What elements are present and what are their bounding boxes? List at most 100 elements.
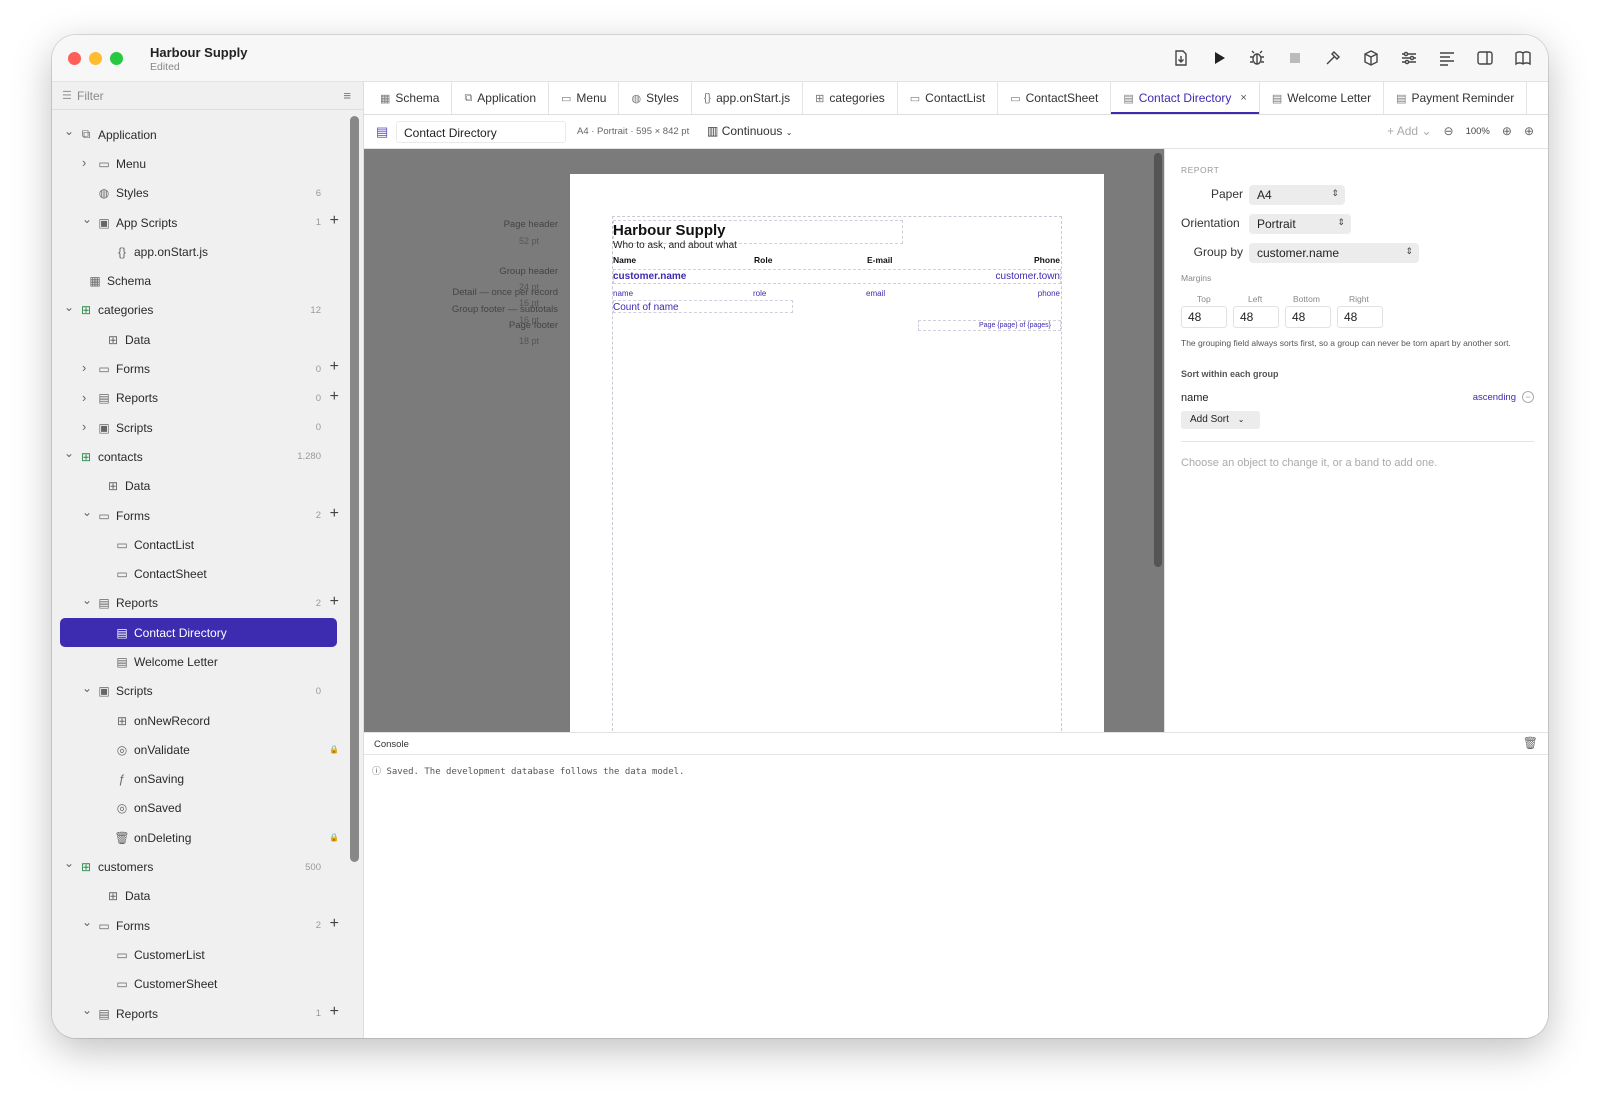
sidebar-item-contactlist[interactable]: ▭ ContactList — [52, 530, 345, 559]
canvas-scrollbar[interactable] — [1154, 153, 1162, 567]
sidebar-item-forms[interactable]: ⌄ ▭ Forms 2 + — [52, 911, 345, 940]
report-canvas[interactable]: Page header 52 pt Group header 24 pt Det… — [364, 149, 1164, 732]
tab-categories[interactable]: ⊞ categories — [803, 82, 898, 114]
close-window-button[interactable] — [68, 52, 81, 65]
view-mode-select[interactable]: ▥ Continuous ⌄ — [707, 124, 792, 138]
sidebar-item-data[interactable]: ⊞ Data — [52, 882, 345, 911]
settings-sliders-icon[interactable] — [1396, 45, 1422, 71]
sidebar-item-categories[interactable]: ⌄ ⊞ categories 12 — [52, 296, 345, 325]
sidebar-item-customers[interactable]: ⌄ ⊞ customers 500 — [52, 852, 345, 881]
document-name-field[interactable]: Contact Directory — [396, 121, 566, 143]
close-tab-icon[interactable]: × — [1240, 92, 1246, 104]
band-label-detail[interactable]: Detail — once per record — [452, 287, 558, 298]
package-icon[interactable] — [1358, 45, 1384, 71]
chevron-right-icon[interactable]: › — [82, 419, 92, 434]
chevron-down-icon[interactable]: ⌄ — [82, 1003, 92, 1017]
chevron-down-icon[interactable]: ⌄ — [82, 681, 92, 695]
group-field-customer-name[interactable]: customer.name — [613, 271, 686, 282]
sidebar-item-data[interactable]: ⊞ Data — [52, 472, 345, 501]
tab-menu[interactable]: ▭ Menu — [549, 82, 620, 114]
add-button[interactable]: + Add ⌄ — [1387, 124, 1431, 138]
sidebar-item-reports[interactable]: ⌄ ▤ Reports 1 + — [52, 999, 345, 1028]
sidebar-item-reports[interactable]: › ▤ Reports 0 + — [52, 384, 345, 413]
chevron-down-icon[interactable]: ⌄ — [82, 505, 92, 519]
tab-application[interactable]: ⧉ Application — [452, 82, 550, 114]
band-label-page-header[interactable]: Page header — [504, 219, 558, 230]
margin-top-input[interactable]: 48 — [1181, 306, 1227, 328]
sidebar-item-scripts[interactable]: ⌄ ▣ Scripts 0 — [52, 677, 345, 706]
column-header-name[interactable]: Name — [613, 255, 636, 265]
sidebar-item-ondeleting[interactable]: 🗑 onDeleting 🔒 — [52, 823, 345, 852]
build-icon[interactable] — [1320, 45, 1346, 71]
sidebar-item-onsaving[interactable]: ƒ onSaving — [52, 765, 345, 794]
chevron-down-icon[interactable]: ⌄ — [64, 300, 74, 314]
chevron-right-icon[interactable]: › — [82, 390, 92, 405]
sidebar-item-styles[interactable]: ◍ Styles 6 — [52, 179, 345, 208]
chevron-right-icon[interactable]: › — [82, 360, 92, 375]
tab-contactsheet[interactable]: ▭ ContactSheet — [998, 82, 1112, 114]
sidebar-scrollbar[interactable] — [350, 116, 359, 862]
debug-icon[interactable] — [1244, 45, 1270, 71]
add-item-button[interactable]: + — [330, 593, 339, 611]
tab-styles[interactable]: ◍ Styles — [619, 82, 692, 114]
tab-contact-directory[interactable]: ▤ Contact Directory × — [1111, 82, 1260, 114]
export-icon[interactable] — [1168, 45, 1194, 71]
sidebar-item-menu[interactable]: › ▭ Menu — [52, 149, 345, 178]
sidebar-item-app-scripts[interactable]: ⌄ ▣ App Scripts 1 + — [52, 208, 345, 237]
page-number-field[interactable]: Page {page} of {pages} — [979, 322, 1051, 329]
chevron-down-icon[interactable]: ⌄ — [82, 212, 92, 226]
sidebar-item-onnewrecord[interactable]: ⊞ onNewRecord — [52, 706, 345, 735]
detail-field-email[interactable]: email — [866, 289, 885, 298]
column-header-role[interactable]: Role — [754, 255, 772, 265]
groupby-select[interactable]: customer.name ⇕ — [1249, 243, 1419, 263]
add-item-button[interactable]: + — [330, 358, 339, 376]
trash-icon[interactable]: 🗑 — [1523, 736, 1538, 750]
book-icon[interactable] — [1510, 45, 1536, 71]
report-page[interactable]: Harbour Supply Who to ask, and about wha… — [570, 174, 1104, 732]
sidebar-item-scripts[interactable]: › ▣ Scripts 0 — [52, 413, 345, 442]
margin-bottom-input[interactable]: 48 — [1285, 306, 1331, 328]
tab-welcome-letter[interactable]: ▤ Welcome Letter — [1260, 82, 1385, 114]
band-size-page-header[interactable]: 52 pt — [519, 236, 539, 246]
margin-left-input[interactable]: 48 — [1233, 306, 1279, 328]
chevron-down-icon[interactable]: ⌄ — [82, 593, 92, 607]
group-field-customer-town[interactable]: customer.town — [996, 271, 1060, 282]
sidebar-item-welcome-letter[interactable]: ▤ Welcome Letter — [52, 647, 345, 676]
sidebar-item-data[interactable]: ⊞ Data — [52, 325, 345, 354]
zoom-fit-icon[interactable]: ⊕ — [1524, 124, 1534, 138]
add-item-button[interactable]: + — [330, 388, 339, 406]
filter-input[interactable]: Filter — [77, 89, 104, 103]
tab-contactlist[interactable]: ▭ ContactList — [898, 82, 999, 114]
run-icon[interactable] — [1206, 45, 1232, 71]
chevron-down-icon[interactable]: ⌄ — [82, 915, 92, 929]
band-label-group-footer[interactable]: Group footer — subtotals — [452, 304, 558, 315]
band-size-page-footer[interactable]: 18 pt — [519, 336, 539, 346]
column-header-email[interactable]: E-mail — [867, 255, 893, 265]
minimize-window-button[interactable] — [89, 52, 102, 65]
remove-sort-icon[interactable]: − — [1522, 391, 1534, 403]
sidebar-item-onsaved[interactable]: ◎ onSaved — [52, 794, 345, 823]
sidebar-item-contacts[interactable]: ⌄ ⊞ contacts 1.280 — [52, 442, 345, 471]
sidebar-item-app-onstart-js[interactable]: {} app.onStart.js — [52, 237, 345, 266]
sidebar-item-reports[interactable]: ⌄ ▤ Reports 2 + — [52, 589, 345, 618]
sidebar-item-schema[interactable]: ▦ Schema — [52, 266, 345, 295]
orientation-select[interactable]: Portrait ⇕ — [1249, 214, 1351, 234]
add-item-button[interactable]: + — [330, 212, 339, 230]
stop-icon[interactable] — [1282, 45, 1308, 71]
tab-schema[interactable]: ▦ Schema — [368, 82, 453, 114]
sidebar-item-onvalidate[interactable]: ◎ onValidate 🔒 — [52, 735, 345, 764]
add-item-button[interactable]: + — [330, 1003, 339, 1021]
margin-right-input[interactable]: 48 — [1337, 306, 1383, 328]
sidebar-filter[interactable]: ☰ Filter ≡ — [52, 82, 363, 110]
column-header-phone[interactable]: Phone — [1034, 255, 1060, 265]
chevron-down-icon[interactable]: ⌄ — [64, 124, 74, 138]
filter-options-icon[interactable]: ≡ — [343, 88, 351, 103]
report-title-field[interactable]: Harbour Supply — [613, 222, 726, 239]
zoom-out-icon[interactable]: ⊖ — [1444, 124, 1454, 138]
add-item-button[interactable]: + — [330, 915, 339, 933]
sort-direction-toggle[interactable]: ascending — [1473, 392, 1516, 403]
footer-count-field[interactable]: Count of name — [613, 302, 679, 313]
add-sort-button[interactable]: Add Sort ⌄ — [1181, 411, 1260, 429]
align-icon[interactable] — [1434, 45, 1460, 71]
sidebar-item-contact-directory[interactable]: ▤ Contact Directory — [60, 618, 337, 648]
